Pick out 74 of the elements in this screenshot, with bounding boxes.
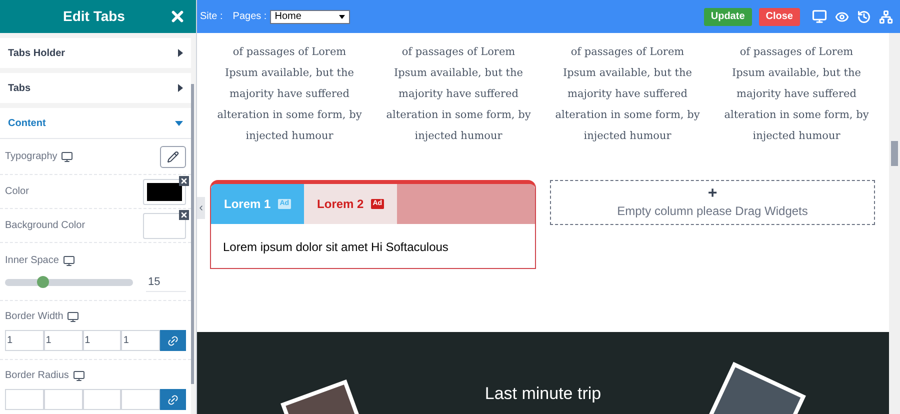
text-line: majority have suffered [230,87,350,102]
text-line: of passages of Lorem [232,45,346,60]
slider-thumb[interactable] [37,276,50,288]
sidebar-title: Edit Tabs [63,7,125,26]
monitor-icon [67,310,80,322]
monitor-icon [62,254,75,266]
text-line: injected humour [584,129,672,144]
plus-icon[interactable]: + [708,186,718,202]
number-field[interactable] [5,389,44,410]
hero-title: Last minute trip [484,382,602,404]
scrollbar[interactable] [191,84,194,384]
color-swatch[interactable] [143,212,186,238]
pencil-icon [167,150,179,162]
clear-icon[interactable] [179,176,189,186]
property-label: Typography [5,150,58,164]
tab-content-text: Lorem ipsum dolor sit amet Hi Softaculous [223,239,450,256]
text-line: alteration in some form, by [555,108,700,123]
close-button[interactable] [169,8,186,25]
text-line: alteration in some form, by [724,108,869,123]
collapse-handle[interactable] [197,197,205,219]
site-label: Site : [200,10,223,24]
number-field[interactable]: 1 [121,330,160,351]
close-icon [169,8,186,25]
text-line: alteration in some form, by [217,108,362,123]
monitor-icon [72,370,85,382]
slider-track[interactable] [5,278,133,286]
caret-right-icon [178,84,183,92]
text-line: injected humour [752,129,840,144]
number-field[interactable] [44,389,83,410]
number-field[interactable]: 1 [5,330,44,351]
text-line: injected humour [246,129,334,144]
caret-down-icon [338,14,345,18]
page-select[interactable]: Home [270,10,350,24]
number-field[interactable]: 1 [82,330,122,351]
edit-button[interactable] [160,146,186,168]
property-label: Border Radius [5,369,69,383]
eye-icon[interactable] [835,10,849,24]
text-line: majority have suffered [398,87,518,102]
property-label: Background Color [5,219,86,233]
caret-down-icon [175,120,183,126]
property-label: Inner Space [5,254,59,268]
text-line: Ipsum available, but the [394,66,523,81]
color-swatch[interactable] [143,178,186,204]
empty-column-text: Empty column please Drag Widgets [617,202,808,220]
link-button[interactable] [160,330,186,351]
clear-icon[interactable] [179,210,189,220]
section-header[interactable]: Tabs [0,73,191,103]
section-header[interactable]: Tabs Holder [0,38,191,68]
text-line: of passages of Lorem [402,45,516,60]
history-icon[interactable] [857,10,871,24]
text-line: alteration in some form, by [386,108,531,123]
property-label: Color [5,185,29,199]
caret-right-icon [178,49,183,57]
text-line: Ipsum available, but the [732,66,861,81]
sitemap-icon[interactable] [879,10,893,24]
value-field[interactable]: 15 [146,272,186,292]
text-line: Ipsum available, but the [225,66,354,81]
property-label: Border Width [5,310,64,324]
monitor-icon [61,150,74,162]
link-button[interactable] [160,389,186,410]
page-scrollbar[interactable] [889,33,900,414]
monitor-icon[interactable] [812,9,827,24]
text-line: of passages of Lorem [740,45,854,60]
text-line: injected humour [414,129,502,144]
text-line: majority have suffered [568,87,688,102]
number-field[interactable] [121,389,160,410]
pages-label: Pages : [232,10,267,24]
text-line: Ipsum available, but the [563,66,692,81]
number-field[interactable] [82,389,122,410]
section-header[interactable]: Content [0,108,191,138]
text-line: of passages of Lorem [570,45,684,60]
text-line: majority have suffered [736,87,856,102]
number-field[interactable]: 1 [44,330,83,351]
close-button[interactable]: Close [758,8,800,26]
